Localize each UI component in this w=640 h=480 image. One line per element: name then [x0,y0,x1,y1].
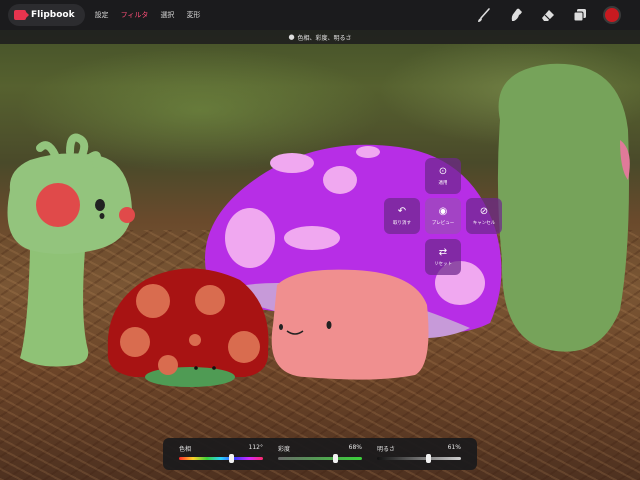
app-brand[interactable]: Flipbook [8,4,85,26]
filter-title-bar: ● 色相、彩度、明るさ [0,30,640,44]
hue-label: 色相 [179,446,192,453]
preview-label: プレビュー [431,221,455,226]
flipbook-logo-icon [14,10,29,20]
red-mushroom-character [107,268,269,387]
reset-icon: ⇄ [438,247,448,258]
hue-knob[interactable] [229,454,235,463]
reset-label: リセット [434,262,452,267]
undo-button[interactable]: ↶ 取り消す [384,198,420,234]
hsb-adjustment-panel: 色相 112° 彩度 68% 明るさ 61% [163,438,477,470]
cancel-button[interactable]: ⊘ キャンセル [466,198,502,234]
hue-track[interactable] [179,457,263,460]
reset-button[interactable]: ⇄ リセット [425,239,461,275]
saturation-knob[interactable] [333,454,339,463]
tall-green-character [497,63,630,352]
current-color [603,6,621,24]
smudge-icon[interactable] [506,5,526,25]
top-bar: Flipbook 設定 フィルタ 選択 変形 [0,0,640,30]
menu-select[interactable]: 選択 [160,10,174,20]
menu-filter[interactable]: フィルタ [121,10,149,20]
eye-icon: ◉ [438,206,448,217]
main-menu: 設定 フィルタ 選択 変形 [95,10,213,20]
brush-icon[interactable] [474,5,494,25]
cancel-icon: ⊘ [479,206,489,217]
preview-button[interactable]: ◉ プレビュー [425,198,461,234]
menu-transform[interactable]: 変形 [186,10,200,20]
apply-button[interactable]: ⊙ 適用 [425,158,461,194]
undo-icon: ↶ [397,206,407,217]
cancel-label: キャンセル [472,221,496,226]
apply-label: 適用 [438,181,448,186]
eraser-icon[interactable] [538,5,558,25]
saturation-value: 68% [348,444,362,451]
undo-label: 取り消す [393,221,411,226]
color-swatch-icon[interactable] [602,5,622,25]
layers-icon[interactable] [570,5,590,25]
saturation-label: 彩度 [278,446,291,453]
app-window: Flipbook 設定 フィルタ 選択 変形 ● 色相、彩度、明るさ ⊙ 適用 … [0,0,640,480]
brightness-track[interactable] [377,457,461,460]
pink-blob-character [271,269,429,380]
app-name: Flipbook [31,10,75,20]
check-circle-icon: ⊙ [438,166,448,177]
menu-settings[interactable]: 設定 [95,10,109,20]
tool-palette [462,5,622,25]
hue-value: 112° [248,444,263,451]
brightness-value: 61% [447,444,461,451]
saturation-track[interactable] [278,457,362,460]
filter-title: 色相、彩度、明るさ [297,34,352,42]
brightness-knob[interactable] [426,454,432,463]
brightness-label: 明るさ [377,446,396,453]
adjustment-icon: ● [288,33,295,41]
